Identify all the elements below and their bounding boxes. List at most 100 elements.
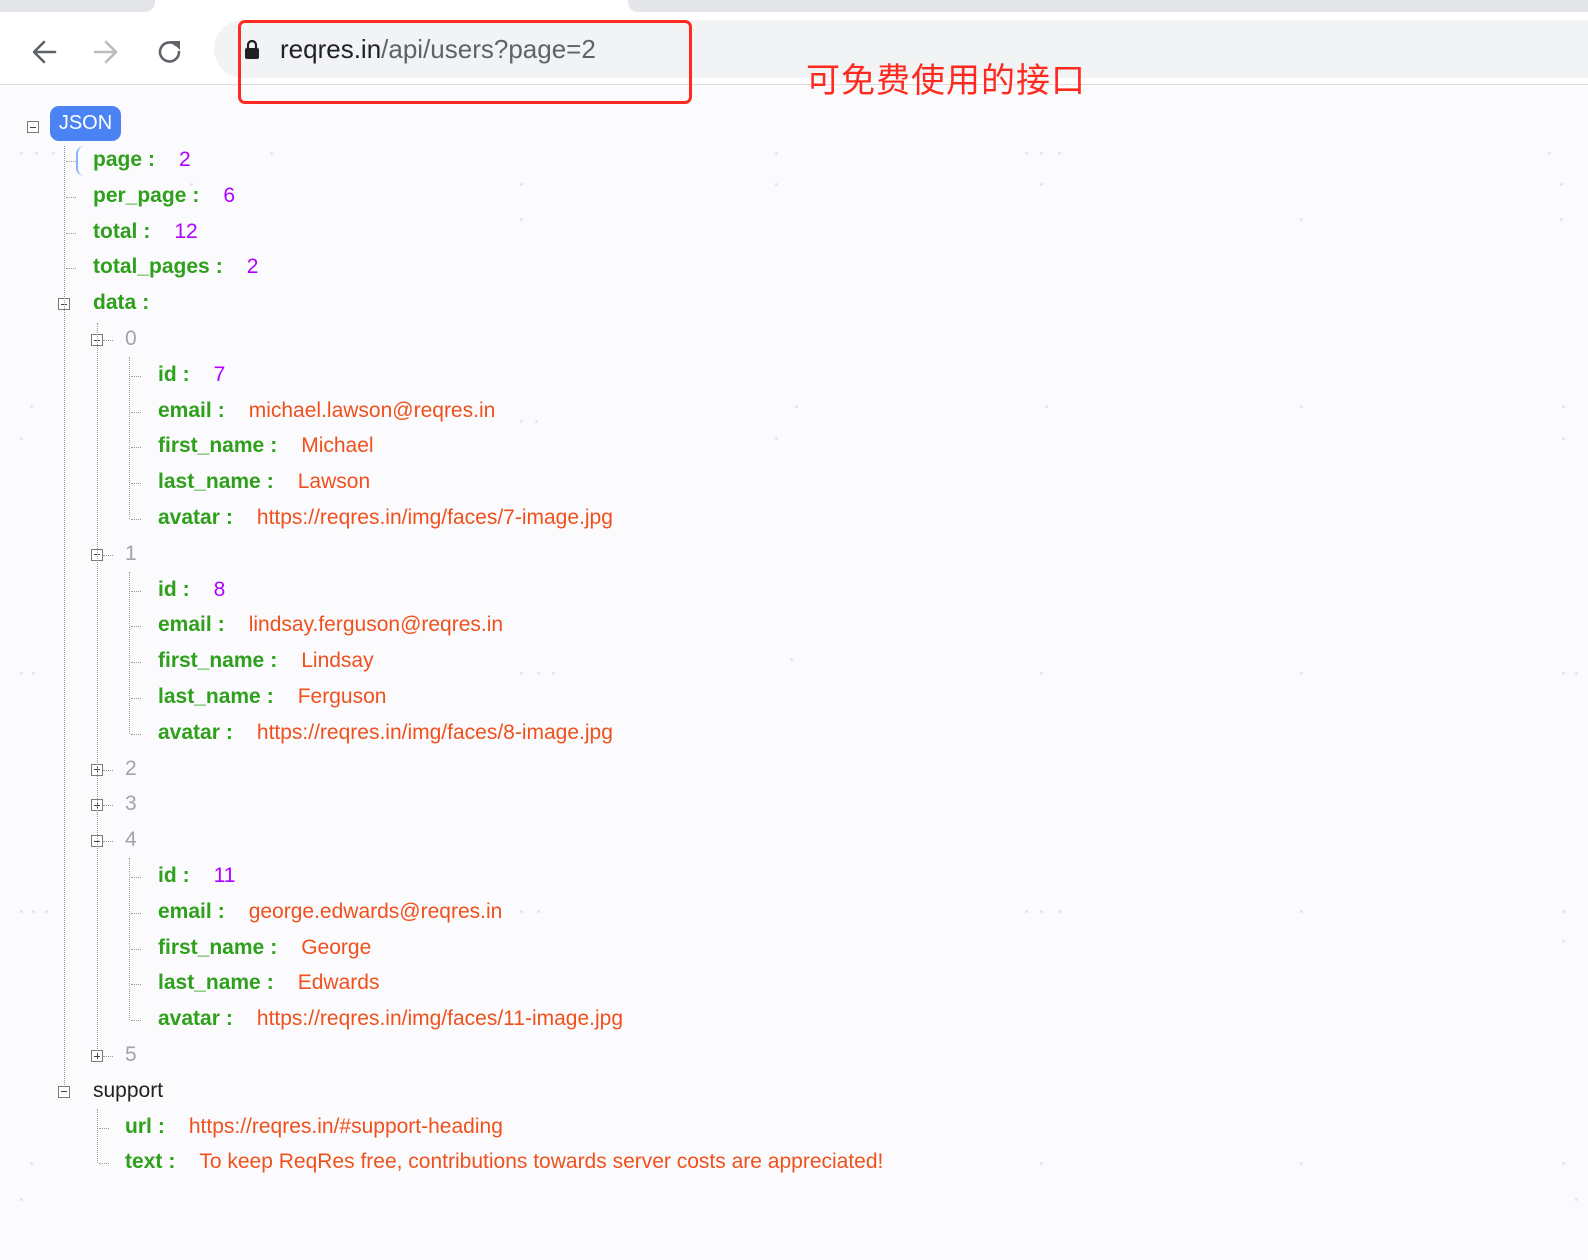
json-row-last_name[interactable]: last_name: Ferguson	[158, 679, 386, 715]
json-key[interactable]: avatar:	[158, 721, 233, 744]
json-colon: :	[182, 577, 190, 601]
json-key-label: avatar	[158, 1007, 220, 1031]
json-value[interactable]: Ferguson	[298, 685, 387, 708]
json-row-first_name[interactable]: first_name: Michael	[158, 428, 374, 464]
json-row-total[interactable]: total: 12	[93, 214, 198, 250]
json-key-label: email	[158, 899, 212, 923]
json-value[interactable]: https://reqres.in/img/faces/7-image.jpg	[257, 506, 613, 529]
json-key[interactable]: first_name:	[158, 434, 277, 457]
json-row-id[interactable]: id: 11	[158, 858, 235, 894]
json-row-id[interactable]: id: 7	[158, 357, 225, 393]
json-key[interactable]: text:	[125, 1150, 175, 1173]
array-index-0[interactable]: 0	[125, 321, 137, 357]
json-value[interactable]: 6	[223, 184, 235, 207]
json-row-url[interactable]: url: https://reqres.in/#support-heading	[125, 1109, 503, 1145]
json-key-label: page	[93, 148, 143, 171]
json-row-email[interactable]: email: lindsay.ferguson@reqres.in	[158, 607, 503, 643]
json-row-data[interactable]: data:	[93, 285, 149, 321]
json-key[interactable]: email:	[158, 399, 225, 422]
json-row-total_pages[interactable]: total_pages: 2	[93, 249, 258, 285]
json-value[interactable]: michael.lawson@reqres.in	[249, 399, 496, 422]
json-key-label: per_page	[93, 183, 187, 207]
json-colon: :	[270, 649, 278, 673]
json-key-label: url	[125, 1114, 152, 1138]
json-colon: :	[215, 255, 223, 279]
json-value[interactable]: https://reqres.in/img/faces/8-image.jpg	[257, 721, 613, 744]
json-value[interactable]: https://reqres.in/#support-heading	[189, 1115, 503, 1138]
collapse-toggle-support[interactable]	[58, 1085, 70, 1098]
json-colon: :	[266, 470, 274, 494]
json-key[interactable]: email:	[158, 613, 225, 636]
json-row-avatar[interactable]: avatar: https://reqres.in/img/faces/8-ima…	[158, 715, 613, 751]
json-key[interactable]: page:	[93, 148, 155, 171]
array-index-5[interactable]: 5	[125, 1037, 137, 1073]
json-value[interactable]: https://reqres.in/img/faces/11-image.jpg	[257, 1007, 623, 1030]
json-row-support[interactable]: support	[93, 1073, 163, 1109]
json-colon: :	[182, 864, 190, 887]
array-index-2[interactable]: 2	[125, 751, 137, 787]
json-key[interactable]: data:	[93, 291, 149, 314]
json-key[interactable]: last_name:	[158, 685, 274, 708]
background-dot	[30, 1162, 33, 1165]
json-key[interactable]: first_name:	[158, 649, 277, 672]
collapse-toggle-root[interactable]	[27, 121, 39, 133]
json-key[interactable]: id:	[158, 578, 190, 601]
background-dot	[1300, 405, 1303, 408]
array-index-4[interactable]: 4	[125, 822, 137, 858]
background-dot	[1300, 672, 1303, 675]
json-key[interactable]: per_page:	[93, 184, 199, 207]
json-row-page[interactable]: page: 2	[93, 142, 191, 178]
json-row-email[interactable]: email: george.edwards@reqres.in	[158, 894, 502, 930]
json-key[interactable]: last_name:	[158, 470, 274, 493]
json-value[interactable]: George	[301, 936, 371, 959]
json-key[interactable]: last_name:	[158, 971, 274, 994]
json-value[interactable]: 12	[174, 220, 197, 243]
json-row-per_page[interactable]: per_page: 6	[93, 178, 235, 214]
collapse-toggle-item-5[interactable]	[91, 1050, 103, 1062]
json-value[interactable]: To keep ReqRes free, contributions towar…	[199, 1150, 883, 1173]
json-key[interactable]: first_name:	[158, 936, 277, 959]
json-value[interactable]: 7	[214, 363, 226, 386]
json-value[interactable]: 8	[214, 578, 226, 601]
background-dot	[190, 183, 193, 186]
json-value[interactable]: Michael	[301, 434, 373, 457]
json-value[interactable]: Lindsay	[301, 649, 373, 672]
json-value[interactable]: george.edwards@reqres.in	[249, 900, 503, 923]
json-badge[interactable]: JSON	[50, 106, 121, 141]
json-row-first_name[interactable]: first_name: George	[158, 930, 371, 966]
json-row-avatar[interactable]: avatar: https://reqres.in/img/faces/7-ima…	[158, 500, 613, 536]
json-key[interactable]: url:	[125, 1115, 165, 1138]
json-row-last_name[interactable]: last_name: Edwards	[158, 965, 379, 1001]
background-dot	[1040, 1162, 1043, 1165]
array-index-1[interactable]: 1	[125, 536, 137, 572]
json-row-id[interactable]: id: 8	[158, 572, 225, 608]
json-row-email[interactable]: email: michael.lawson@reqres.in	[158, 393, 495, 429]
background-dot	[520, 420, 523, 423]
background-dot	[1575, 672, 1578, 675]
json-row-first_name[interactable]: first_name: Lindsay	[158, 643, 374, 679]
json-key[interactable]: email:	[158, 900, 225, 923]
json-value[interactable]: lindsay.ferguson@reqres.in	[249, 613, 503, 636]
json-colon: :	[142, 291, 150, 315]
json-colon: :	[270, 935, 278, 959]
json-key[interactable]: id:	[158, 363, 190, 386]
json-key[interactable]: total_pages:	[93, 255, 223, 278]
background-dot	[537, 910, 540, 913]
json-value[interactable]: 2	[179, 148, 191, 171]
json-key-label: text	[125, 1150, 163, 1174]
json-value[interactable]: 2	[247, 255, 259, 278]
json-key[interactable]: id:	[158, 864, 190, 887]
json-key[interactable]: avatar:	[158, 1007, 233, 1030]
json-row-last_name[interactable]: last_name: Lawson	[158, 464, 370, 500]
json-value[interactable]: Edwards	[298, 971, 380, 994]
background-dot	[1575, 1198, 1578, 1201]
json-key[interactable]: avatar:	[158, 506, 233, 529]
json-key[interactable]: total:	[93, 220, 150, 243]
json-row-avatar[interactable]: avatar: https://reqres.in/img/faces/11-im…	[158, 1001, 623, 1037]
json-row-text[interactable]: text: To keep ReqRes free, contributions …	[125, 1144, 883, 1180]
background-dot	[775, 152, 778, 155]
background-dot	[1058, 152, 1061, 155]
json-value[interactable]: Lawson	[298, 470, 370, 493]
array-index-3[interactable]: 3	[125, 786, 137, 822]
json-value[interactable]: 11	[214, 864, 236, 887]
